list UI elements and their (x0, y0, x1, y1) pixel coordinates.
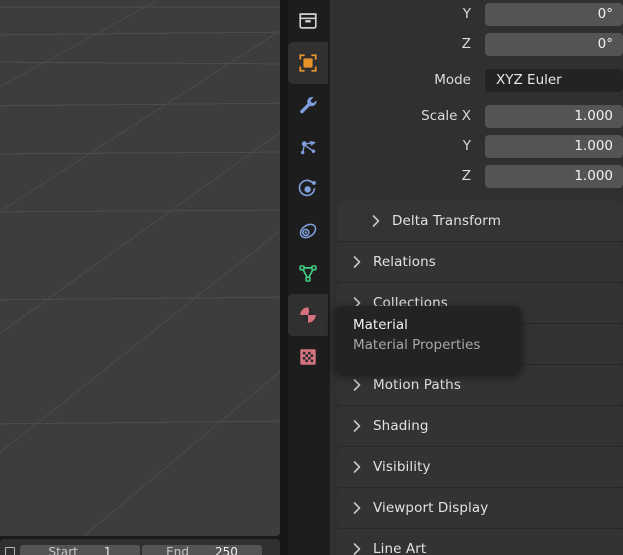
panel-title: Delta Transform (392, 213, 501, 229)
row-label: Y (462, 138, 471, 154)
row-value-field[interactable]: 0° (485, 32, 623, 56)
frame-start-field[interactable]: Start 1 (20, 544, 140, 555)
tab-particle-properties[interactable] (288, 126, 328, 168)
frame-start-label: Start (48, 545, 78, 555)
panel-separator (337, 282, 623, 283)
viewport-grid (0, 0, 280, 536)
row-label: Scale X (421, 108, 471, 124)
timeline-editor[interactable]: Start 1 End 250 (0, 539, 280, 555)
editor-seam (280, 0, 288, 555)
particles-icon (300, 140, 316, 155)
panel-line-art[interactable]: Line Art (337, 528, 623, 555)
chevron-right-icon (353, 379, 361, 391)
tool-icon (299, 13, 317, 29)
chevron-right-icon (353, 256, 361, 268)
panel-separator (337, 487, 623, 488)
row-value-field[interactable]: 1.000 (485, 134, 623, 158)
panel-shading[interactable]: Shading (337, 405, 623, 446)
tab-modifier-properties[interactable] (288, 84, 328, 126)
tab-object-properties[interactable] (288, 42, 328, 84)
tooltip-title: Material (353, 317, 408, 333)
panel-separator (337, 405, 623, 406)
transform-row-rotation-y[interactable]: Y 0° (337, 0, 623, 28)
transform-row-rotation-mode[interactable]: Mode XYZ Euler (337, 66, 623, 94)
transform-row-scale-z[interactable]: Z 1.000 (337, 162, 623, 190)
row-value-field[interactable]: 1.000 (485, 104, 623, 128)
tab-material-properties[interactable] (288, 294, 328, 336)
constraints-icon (299, 223, 317, 239)
frame-start-value: 1 (103, 545, 112, 555)
chevron-right-icon (353, 502, 361, 514)
row-value-field[interactable]: 0° (485, 2, 623, 26)
row-label: Y (462, 6, 471, 22)
material-icon (300, 307, 316, 323)
panel-visibility[interactable]: Visibility (337, 446, 623, 487)
row-label: Mode (434, 72, 471, 88)
chevron-right-icon (353, 461, 361, 473)
transform-row-scale-x[interactable]: Scale X 1.000 (337, 102, 623, 130)
panel-title: Relations (373, 254, 436, 270)
chevron-right-icon (353, 543, 361, 555)
transform-row-rotation-z[interactable]: Z 0° (337, 30, 623, 58)
tab-physics-properties[interactable] (288, 168, 328, 210)
panel-title: Motion Paths (373, 377, 461, 393)
panel-title: Line Art (373, 541, 427, 555)
tab-tool[interactable] (288, 0, 328, 42)
chevron-right-icon (372, 215, 380, 227)
panel-separator (337, 446, 623, 447)
tooltip-subtitle: Material Properties (353, 337, 481, 353)
panel-separator (337, 241, 623, 242)
panel-relations[interactable]: Relations (337, 241, 623, 282)
wrench-icon (300, 96, 317, 114)
timeline-icon (2, 545, 18, 555)
physics-icon (298, 179, 316, 197)
rotation-mode-dropdown[interactable]: XYZ Euler (485, 68, 623, 92)
viewport-3d[interactable] (0, 0, 280, 536)
tooltip: Material Material Properties (335, 306, 521, 373)
tab-object-constraint-properties[interactable] (288, 210, 328, 252)
tab-texture-properties[interactable] (288, 336, 328, 378)
tab-object-data-properties[interactable] (288, 252, 328, 294)
panel-separator (337, 528, 623, 529)
panel-title: Visibility (373, 459, 431, 475)
row-label: Z (461, 36, 471, 52)
properties-tab-column (288, 0, 328, 555)
panel-delta-transform[interactable]: Delta Transform (337, 201, 623, 241)
chevron-right-icon (353, 420, 361, 432)
row-value-field[interactable]: 1.000 (485, 164, 623, 188)
panel-title: Viewport Display (373, 500, 489, 516)
object-properties-icon (299, 54, 317, 72)
transform-row-scale-y[interactable]: Y 1.000 (337, 132, 623, 160)
texture-icon (300, 349, 316, 365)
blender-window: Start 1 End 250 Y 0° Z 0° Mode XYZ Euler… (0, 0, 623, 555)
row-label: Z (461, 168, 471, 184)
frame-end-field[interactable]: End 250 (142, 544, 262, 555)
frame-end-label: End (166, 545, 189, 555)
panel-title: Shading (373, 418, 429, 434)
panel-viewport-display[interactable]: Viewport Display (337, 487, 623, 528)
mesh-data-icon (299, 265, 317, 282)
frame-end-value: 250 (214, 545, 238, 555)
properties-editor[interactable]: Y 0° Z 0° Mode XYZ Euler Scale X 1.000 Y… (330, 0, 623, 555)
